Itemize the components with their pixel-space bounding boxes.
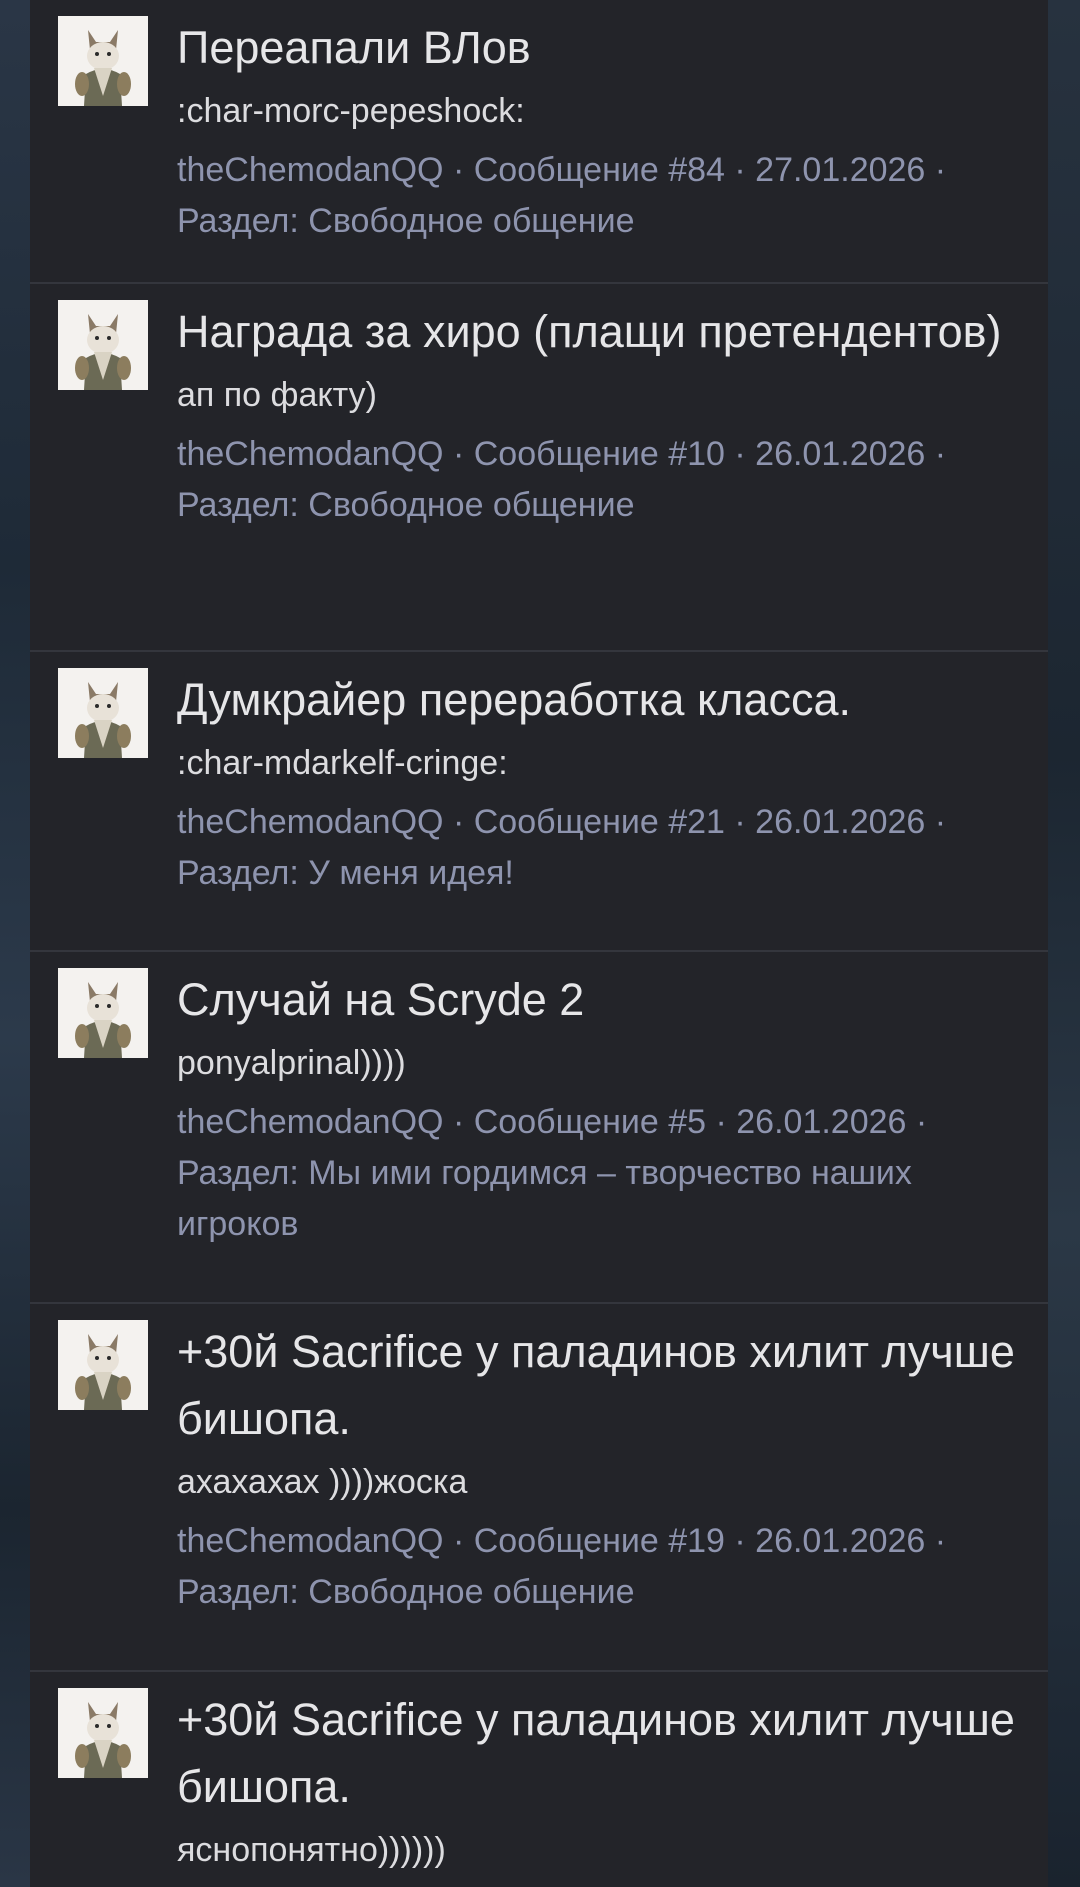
avatar-image: [58, 968, 148, 1058]
search-results-list: Переапали ВЛов :char-morc-pepeshock: the…: [30, 0, 1048, 1887]
list-item: +30й Sacrifice у паладинов хилит лучше б…: [30, 1672, 1048, 1887]
post-date: 26.01.2026: [755, 803, 926, 841]
message-number[interactable]: Сообщение #19: [474, 1522, 725, 1560]
avatar-image: [58, 300, 148, 390]
post-snippet: :char-mdarkelf-cringe:: [177, 744, 508, 782]
post-meta: theChemodanQQ · Сообщение #84 · 27.01.20…: [177, 145, 1024, 247]
forum-section[interactable]: Раздел: Свободное общение: [177, 486, 635, 524]
forum-section[interactable]: Раздел: Мы ими гордимся – творчество наш…: [177, 1154, 912, 1243]
separator: ·: [452, 151, 474, 189]
post-meta: theChemodanQQ · Сообщение #21 · 26.01.20…: [177, 797, 1024, 899]
avatar[interactable]: [58, 16, 148, 106]
post-snippet: яснопонятно)))))): [177, 1831, 446, 1869]
post-snippet: ponyalprinal)))): [177, 1044, 406, 1082]
author-link[interactable]: theChemodanQQ: [177, 151, 444, 189]
message-number[interactable]: Сообщение #21: [474, 803, 725, 841]
separator: ·: [452, 435, 474, 473]
list-item: Случай на Scryde 2 ponyalprinal)))) theC…: [30, 952, 1048, 1304]
list-item: Думкрайер переработка класса. :char-mdar…: [30, 652, 1048, 952]
message-number[interactable]: Сообщение #10: [474, 435, 725, 473]
separator: ·: [734, 1522, 756, 1560]
separator: ·: [934, 1522, 947, 1560]
separator: ·: [934, 803, 947, 841]
forum-section[interactable]: Раздел: Свободное общение: [177, 1573, 635, 1611]
thread-title[interactable]: Награда за хиро (плащи претендентов): [177, 298, 1024, 365]
message-number[interactable]: Сообщение #5: [474, 1103, 706, 1141]
separator: ·: [915, 1103, 928, 1141]
author-link[interactable]: theChemodanQQ: [177, 1522, 444, 1560]
author-link[interactable]: theChemodanQQ: [177, 435, 444, 473]
list-item: +30й Sacrifice у паладинов хилит лучше б…: [30, 1304, 1048, 1672]
separator: ·: [715, 1103, 737, 1141]
thread-title[interactable]: Случай на Scryde 2: [177, 966, 1024, 1033]
author-link[interactable]: theChemodanQQ: [177, 803, 444, 841]
post-snippet: ап по факту): [177, 376, 377, 414]
post-date: 27.01.2026: [755, 151, 926, 189]
background-left: [0, 0, 30, 1887]
list-item: Переапали ВЛов :char-morc-pepeshock: the…: [30, 0, 1048, 284]
avatar-image: [58, 1320, 148, 1410]
separator: ·: [452, 1103, 474, 1141]
author-link[interactable]: theChemodanQQ: [177, 1103, 444, 1141]
post-date: 26.01.2026: [755, 435, 926, 473]
avatar[interactable]: [58, 668, 148, 758]
avatar-image: [58, 16, 148, 106]
avatar-image: [58, 1688, 148, 1778]
separator: ·: [934, 151, 947, 189]
separator: ·: [452, 803, 474, 841]
separator: ·: [734, 151, 756, 189]
avatar[interactable]: [58, 1688, 148, 1778]
separator: ·: [452, 1522, 474, 1560]
thread-title[interactable]: +30й Sacrifice у паладинов хилит лучше б…: [177, 1318, 1024, 1452]
thread-title[interactable]: +30й Sacrifice у паладинов хилит лучше б…: [177, 1686, 1024, 1820]
list-item: Награда за хиро (плащи претендентов) ап …: [30, 284, 1048, 652]
separator: ·: [734, 435, 756, 473]
avatar[interactable]: [58, 300, 148, 390]
post-snippet: ахахахах ))))жоска: [177, 1463, 468, 1501]
background-right: [1048, 0, 1080, 1887]
avatar-image: [58, 668, 148, 758]
post-snippet: :char-morc-pepeshock:: [177, 92, 525, 130]
post-meta: theChemodanQQ · Сообщение #10 · 26.01.20…: [177, 429, 1024, 531]
message-number[interactable]: Сообщение #84: [474, 151, 725, 189]
post-meta: theChemodanQQ · Сообщение #5 · 26.01.202…: [177, 1097, 1024, 1250]
forum-section[interactable]: Раздел: У меня идея!: [177, 854, 514, 892]
avatar[interactable]: [58, 968, 148, 1058]
separator: ·: [734, 803, 756, 841]
post-date: 26.01.2026: [755, 1522, 926, 1560]
thread-title[interactable]: Переапали ВЛов: [177, 14, 1024, 81]
post-meta: theChemodanQQ · Сообщение #19 · 26.01.20…: [177, 1516, 1024, 1618]
post-date: 26.01.2026: [736, 1103, 907, 1141]
avatar[interactable]: [58, 1320, 148, 1410]
forum-section[interactable]: Раздел: Свободное общение: [177, 202, 635, 240]
thread-title[interactable]: Думкрайер переработка класса.: [177, 666, 1024, 733]
separator: ·: [934, 435, 947, 473]
